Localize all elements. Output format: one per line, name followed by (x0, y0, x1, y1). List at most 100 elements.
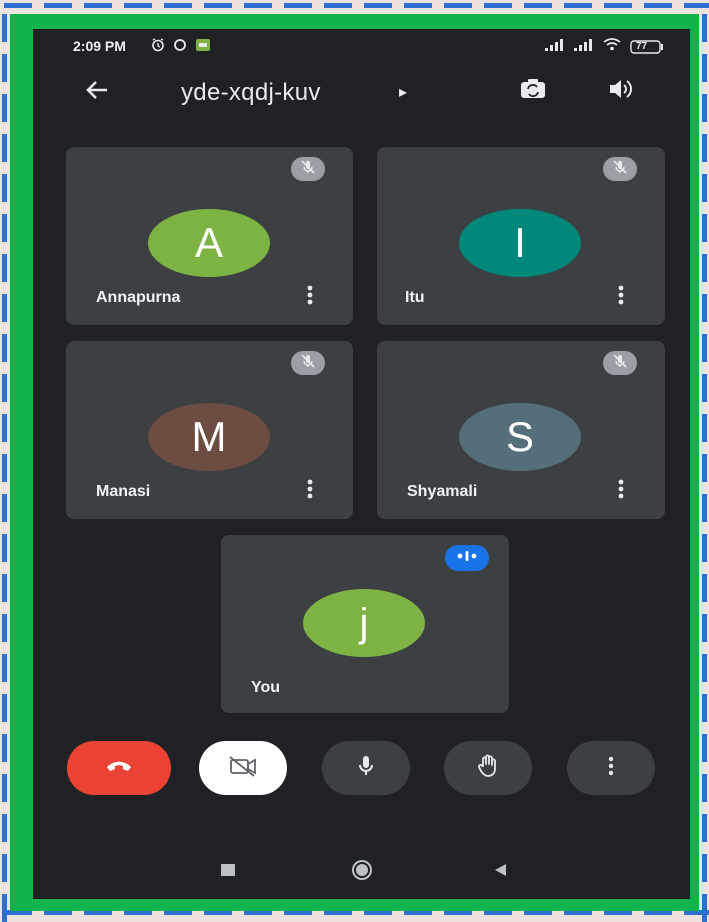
border-dash (702, 574, 707, 602)
border-dash (2, 334, 7, 362)
camera-off-icon (228, 755, 258, 782)
speaker-icon (608, 78, 634, 105)
camera-toggle-button[interactable] (199, 741, 287, 795)
switch-camera-button[interactable] (513, 73, 553, 109)
more-vertical-icon (608, 756, 614, 781)
microphone-off-icon (612, 353, 628, 374)
border-dash (284, 3, 312, 8)
end-call-button[interactable] (67, 741, 171, 795)
border-dash (484, 3, 512, 8)
signal-icon (574, 38, 594, 56)
alarm-icon (151, 38, 165, 57)
border-dash (164, 3, 192, 8)
border-dash (244, 3, 272, 8)
more-options-button[interactable] (567, 741, 655, 795)
more-vertical-icon (618, 479, 624, 504)
border-dash (2, 454, 7, 482)
participant-name: Shyamali (407, 483, 478, 500)
border-dash (702, 214, 707, 242)
battery-level: 77 (636, 41, 648, 52)
border-dash (2, 614, 7, 642)
border-dash (4, 3, 32, 8)
border-dash (702, 774, 707, 802)
avatar: A (148, 209, 270, 277)
border-dash (684, 3, 709, 8)
border-dash (2, 54, 7, 82)
signal-icon (545, 38, 565, 56)
status-time: 2:09 PM (73, 38, 126, 54)
participant-tile[interactable]: I Itu (377, 147, 665, 325)
avatar: M (148, 403, 270, 471)
system-nav-bar (33, 839, 690, 899)
border-dash (702, 14, 707, 42)
muted-badge (291, 157, 325, 181)
border-dash (84, 3, 112, 8)
expand-indicator: ▸ (399, 84, 408, 101)
home-button[interactable] (345, 855, 379, 889)
border-dash (364, 3, 392, 8)
back-button[interactable] (77, 75, 117, 109)
switch-camera-icon (519, 77, 547, 106)
audio-level-icon (455, 549, 479, 568)
participant-tile[interactable]: S Shyamali (377, 341, 665, 519)
border-dash (2, 734, 7, 762)
border-dash (702, 254, 707, 282)
border-dash (2, 414, 7, 442)
participant-name: Itu (405, 289, 425, 306)
arrow-left-icon (85, 80, 109, 105)
participant-tile[interactable]: M Manasi (66, 341, 353, 519)
border-dash (702, 734, 707, 762)
border-dash (2, 134, 7, 162)
audio-output-button[interactable] (601, 73, 641, 109)
participant-options-button[interactable] (613, 283, 629, 311)
border-dash (702, 814, 707, 842)
meeting-info-button[interactable]: yde-xqdj-kuv ▸ (173, 67, 423, 115)
participant-name: Annapurna (96, 289, 181, 306)
border-dash (702, 294, 707, 322)
border-dash (702, 534, 707, 562)
participant-name: Manasi (96, 483, 151, 500)
participant-options-button[interactable] (302, 283, 318, 311)
border-dash (444, 3, 472, 8)
participant-options-button[interactable] (302, 477, 318, 505)
border-dash (702, 334, 707, 362)
microphone-off-icon (300, 353, 316, 374)
border-dash (2, 14, 7, 42)
border-dash (702, 94, 707, 122)
hand-icon (477, 754, 499, 783)
microphone-icon (357, 754, 375, 783)
battery-icon: 77 (630, 40, 664, 54)
border-dash (2, 374, 7, 402)
muted-badge (291, 351, 325, 375)
border-dash (2, 494, 7, 522)
border-dash (2, 574, 7, 602)
border-dash (124, 3, 152, 8)
border-dash (702, 694, 707, 722)
microphone-button[interactable] (322, 741, 410, 795)
recents-button[interactable] (211, 857, 245, 887)
more-vertical-icon (618, 285, 624, 310)
avatar: S (459, 403, 581, 471)
border-dash (524, 3, 552, 8)
participant-options-button[interactable] (613, 477, 629, 505)
self-tile[interactable]: j You (221, 535, 509, 713)
ring-icon (173, 38, 187, 57)
border-dash (2, 854, 7, 882)
more-vertical-icon (307, 285, 313, 310)
message-app-icon (195, 38, 211, 57)
raise-hand-button[interactable] (444, 741, 532, 795)
border-dash (564, 3, 592, 8)
border-dash (702, 54, 707, 82)
muted-badge (603, 157, 637, 181)
status-bar: 2:09 PM 77 (33, 29, 690, 63)
nav-back-button[interactable] (483, 857, 517, 887)
microphone-off-icon (612, 159, 628, 180)
border-dash (2, 814, 7, 842)
border-dash (324, 3, 352, 8)
border-dash (702, 174, 707, 202)
border-dash (702, 654, 707, 682)
muted-badge (603, 351, 637, 375)
border-dash (2, 694, 7, 722)
participant-tile[interactable]: A Annapurna (66, 147, 353, 325)
border-dash (702, 854, 707, 882)
